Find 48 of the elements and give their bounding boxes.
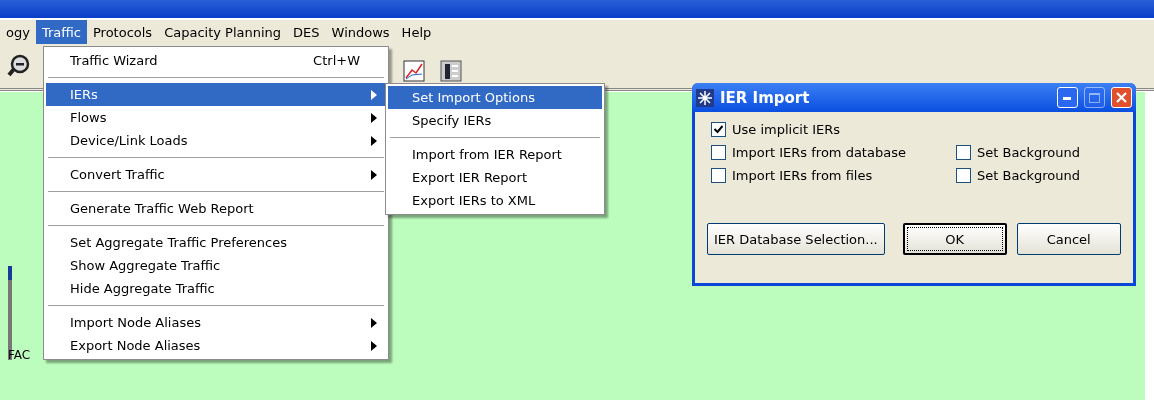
close-button[interactable]	[1111, 87, 1132, 108]
dialog-title: IER Import	[720, 88, 811, 107]
menu-item[interactable]: Import from IER Report	[388, 143, 602, 166]
menu-bar-item[interactable]: Capacity Planning	[158, 20, 288, 44]
server-list-icon[interactable]	[440, 60, 462, 82]
checkbox-label[interactable]: Set Background	[977, 145, 1081, 160]
menu-item[interactable]: Set Aggregate Traffic Preferences	[46, 231, 386, 254]
menu-item[interactable]: Show Aggregate Traffic	[46, 254, 386, 277]
menu-item[interactable]: Flows	[46, 106, 386, 129]
menu-bar-item[interactable]: ogy	[0, 20, 36, 44]
menu-item[interactable]: Hide Aggregate Traffic	[46, 277, 386, 300]
menu-item[interactable]: Set Import Options	[388, 86, 602, 109]
node-label: FAC	[8, 348, 31, 362]
menu-item[interactable]: Device/Link Loads	[46, 129, 386, 152]
checkbox-label[interactable]: Set Background	[977, 168, 1081, 183]
menu-item[interactable]: Export IERs to XML	[388, 189, 602, 212]
checkbox[interactable]	[956, 168, 971, 183]
chart-icon[interactable]	[403, 60, 425, 82]
checkbox[interactable]	[711, 145, 726, 160]
menu-item[interactable]: Export IER Report	[388, 166, 602, 189]
menu-bar-item[interactable]: Help	[395, 20, 438, 44]
menu-bar-item[interactable]: Traffic	[35, 20, 87, 44]
dialog-button[interactable]: Cancel	[1016, 223, 1121, 255]
maximize-icon	[1089, 92, 1100, 103]
dialog-button[interactable]: OK	[902, 223, 1007, 255]
checkbox[interactable]	[711, 122, 726, 137]
menu-item[interactable]: IERs	[46, 83, 386, 106]
menu-bar-item[interactable]: Protocols	[86, 20, 159, 44]
zoom-out-icon[interactable]	[6, 53, 32, 79]
dialog-button[interactable]: IER Database Selection...	[707, 223, 885, 255]
minimize-icon	[1063, 95, 1072, 100]
menu-item[interactable]: Import Node Aliases	[46, 311, 386, 334]
star-icon	[696, 88, 714, 107]
menu-item[interactable]: Traffic Wizard Ctrl+W	[46, 49, 386, 72]
menu-item[interactable]: Export Node Aliases	[46, 334, 386, 357]
menu-item[interactable]: Generate Traffic Web Report	[46, 197, 386, 220]
checkbox-label[interactable]: Use implicit IERs	[732, 122, 840, 137]
checkbox[interactable]	[711, 168, 726, 183]
checkbox[interactable]	[956, 145, 971, 160]
checkbox-label[interactable]: Import IERs from files	[732, 168, 873, 183]
maximize-button[interactable]	[1084, 87, 1105, 108]
menu-item[interactable]: Specify IERs	[388, 109, 602, 132]
menu-bar-item[interactable]: DES	[287, 20, 326, 44]
close-icon	[1116, 92, 1127, 103]
minimize-button[interactable]	[1057, 87, 1078, 108]
menu-bar-item[interactable]: Windows	[325, 20, 396, 44]
menu-item[interactable]: Convert Traffic	[46, 163, 386, 186]
checkbox-label[interactable]: Import IERs from database	[732, 145, 906, 160]
